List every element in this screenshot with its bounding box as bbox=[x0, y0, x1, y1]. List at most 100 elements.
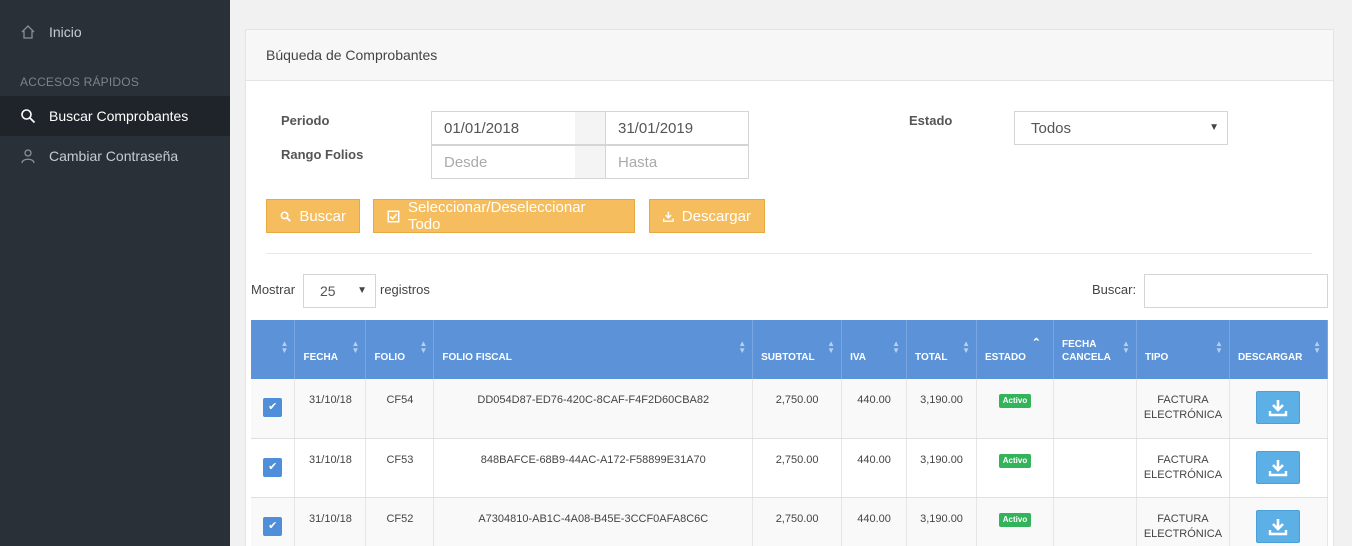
row-download-button[interactable] bbox=[1256, 450, 1301, 484]
estado-select-value: Todos bbox=[1031, 119, 1072, 137]
header-descargar[interactable]: DESCARGAR ▲ ▼ bbox=[1229, 320, 1329, 379]
seleccionar-todo-label: Seleccionar/Deseleccionar Todo bbox=[407, 199, 586, 233]
caret-down-icon: ▼ bbox=[1209, 122, 1219, 133]
sort-icon: ▲ ▼ bbox=[351, 339, 360, 355]
table-search-input[interactable] bbox=[1144, 274, 1328, 308]
sidebar-item-label: Cambiar Contraseña bbox=[49, 148, 179, 164]
descargar-button[interactable]: Descargar bbox=[649, 199, 765, 233]
table-row: ✔ 31/10/18 CF53 848BAFCE-68B9-44AC-A172-… bbox=[251, 438, 1329, 498]
registros-label: registros bbox=[380, 282, 430, 297]
cell-total: 3,190.00 bbox=[906, 438, 978, 498]
buscar-button-label: Buscar bbox=[299, 207, 346, 225]
cell-folio: CF52 bbox=[365, 497, 435, 546]
sort-icon: ▲ ▼ bbox=[1215, 339, 1223, 355]
periodo-addon bbox=[575, 111, 605, 145]
cell-fecha: 31/10/18 bbox=[294, 438, 367, 498]
cell-tipo: FACTURA bbox=[1157, 512, 1209, 525]
seleccionar-todo-button[interactable]: Seleccionar/Deseleccionar Todo bbox=[373, 199, 635, 233]
sort-ascending-icon: ⌃ bbox=[1031, 337, 1041, 349]
sidebar-item-label: Inicio bbox=[49, 24, 82, 40]
sort-icon: ▲ ▼ bbox=[738, 339, 747, 355]
header-select[interactable]: ▲ ▼ bbox=[251, 320, 296, 379]
periodo-hasta-input[interactable] bbox=[605, 111, 749, 145]
cell-subtotal: 2,750.00 bbox=[752, 497, 843, 546]
status-badge: Activo bbox=[998, 512, 1032, 527]
header-iva[interactable]: IVA ▲ ▼ bbox=[841, 320, 908, 379]
header-tipo[interactable]: TIPO ▲ ▼ bbox=[1136, 320, 1230, 379]
user-icon bbox=[21, 149, 35, 164]
cell-tipo: ELECTRÓNICA bbox=[1143, 527, 1223, 540]
table-row: ✔ 31/10/18 CF54 DD054D87-ED76-420C-8CAF-… bbox=[251, 379, 1329, 439]
row-download-button[interactable] bbox=[1256, 391, 1301, 424]
sidebar-item-label: Buscar Comprobantes bbox=[49, 108, 189, 124]
table-row: ✔ 31/10/18 CF52 A7304810-AB1C-4A08-B45E-… bbox=[251, 497, 1329, 546]
sidebar-item-cambiar-contrasena[interactable]: Cambiar Contraseña bbox=[0, 136, 230, 176]
mostrar-label: Mostrar bbox=[251, 282, 296, 297]
periodo-desde-input[interactable] bbox=[431, 111, 576, 145]
row-download-button[interactable] bbox=[1256, 509, 1301, 543]
header-folio[interactable]: FOLIO ▲ ▼ bbox=[365, 320, 435, 379]
page-size-value: 25 bbox=[320, 283, 336, 299]
header-subtotal[interactable]: SUBTOTAL ▲ ▼ bbox=[752, 320, 843, 379]
rango-folios-label: Rango Folios bbox=[281, 147, 364, 162]
download-icon bbox=[1269, 459, 1288, 476]
cell-tipo: ELECTRÓNICA bbox=[1143, 409, 1223, 421]
status-badge: Activo bbox=[998, 453, 1032, 468]
sidebar-item-buscar-comprobantes[interactable]: Buscar Comprobantes bbox=[0, 96, 230, 136]
panel-title: Búqueda de Comprobantes bbox=[266, 47, 438, 63]
estado-select[interactable]: Todos ▼ bbox=[1014, 111, 1228, 145]
sort-icon: ▲ ▼ bbox=[827, 339, 836, 355]
divider bbox=[266, 253, 1312, 254]
cell-iva: 440.00 bbox=[841, 379, 908, 439]
row-checkbox[interactable]: ✔ bbox=[263, 516, 283, 536]
checkbox-icon bbox=[387, 210, 400, 222]
panel-header: Búqueda de Comprobantes bbox=[246, 30, 1333, 81]
cell-folio: CF53 bbox=[365, 438, 435, 498]
periodo-label: Periodo bbox=[281, 113, 330, 128]
header-total[interactable]: TOTAL ▲ ▼ bbox=[906, 320, 978, 379]
sort-icon: ▲ ▼ bbox=[280, 339, 289, 355]
cell-folio: CF54 bbox=[365, 379, 435, 439]
caret-down-icon: ▼ bbox=[357, 285, 367, 296]
cell-iva: 440.00 bbox=[841, 438, 908, 498]
table-search-label: Buscar: bbox=[1092, 282, 1137, 297]
cell-fecha: 31/10/18 bbox=[294, 497, 367, 546]
home-icon bbox=[21, 25, 35, 39]
folio-addon bbox=[575, 145, 605, 179]
download-icon bbox=[1269, 400, 1288, 417]
page-size-select[interactable]: 25 ▼ bbox=[303, 274, 376, 308]
estado-label: Estado bbox=[909, 113, 953, 128]
header-folio-fiscal[interactable]: FOLIO FISCAL ▲ ▼ bbox=[433, 320, 754, 379]
sidebar: Inicio ACCESOS RÁPIDOS Buscar Comprobant… bbox=[0, 0, 230, 546]
cell-fecha-cancela bbox=[1053, 497, 1137, 546]
download-icon bbox=[1269, 518, 1288, 535]
sort-icon: ▲ ▼ bbox=[419, 339, 428, 355]
cell-tipo: FACTURA bbox=[1157, 453, 1209, 466]
cell-fecha: 31/10/18 bbox=[294, 379, 367, 439]
cell-fecha-cancela bbox=[1053, 379, 1137, 439]
folio-hasta-input[interactable] bbox=[605, 145, 749, 179]
cell-tipo: ELECTRÓNICA bbox=[1143, 468, 1223, 481]
search-icon bbox=[280, 210, 291, 222]
header-estado[interactable]: ESTADO ⌃ bbox=[976, 320, 1054, 379]
cell-iva: 440.00 bbox=[841, 497, 908, 546]
row-checkbox[interactable]: ✔ bbox=[263, 457, 283, 477]
buscar-button[interactable]: Buscar bbox=[266, 199, 360, 233]
comprobantes-table: ▲ ▼ FECHA ▲ ▼ FOLIO ▲ ▼ FOLIO FISCAL ▲ ▼ SUBTOT… bbox=[251, 320, 1329, 546]
search-icon bbox=[21, 109, 36, 124]
sort-icon: ▲ ▼ bbox=[892, 339, 901, 355]
header-fecha-cancela[interactable]: FECHA CANCELA ▲ ▼ bbox=[1053, 320, 1137, 379]
sort-icon: ▲ ▼ bbox=[962, 339, 971, 355]
sort-icon: ▲ ▼ bbox=[1313, 339, 1321, 355]
cell-fecha-cancela bbox=[1053, 438, 1137, 498]
cell-subtotal: 2,750.00 bbox=[752, 379, 843, 439]
cell-tipo: FACTURA bbox=[1157, 394, 1209, 406]
download-icon bbox=[663, 211, 674, 222]
cell-folio-fiscal: DD054D87-ED76-420C-8CAF-F4F2D60CBA82 bbox=[433, 379, 754, 439]
header-fecha[interactable]: FECHA ▲ ▼ bbox=[294, 320, 367, 379]
sidebar-item-inicio[interactable]: Inicio bbox=[0, 12, 230, 52]
row-checkbox[interactable]: ✔ bbox=[263, 398, 283, 417]
cell-total: 3,190.00 bbox=[906, 379, 978, 439]
descargar-button-label: Descargar bbox=[681, 207, 751, 225]
folio-desde-input[interactable] bbox=[431, 145, 576, 179]
